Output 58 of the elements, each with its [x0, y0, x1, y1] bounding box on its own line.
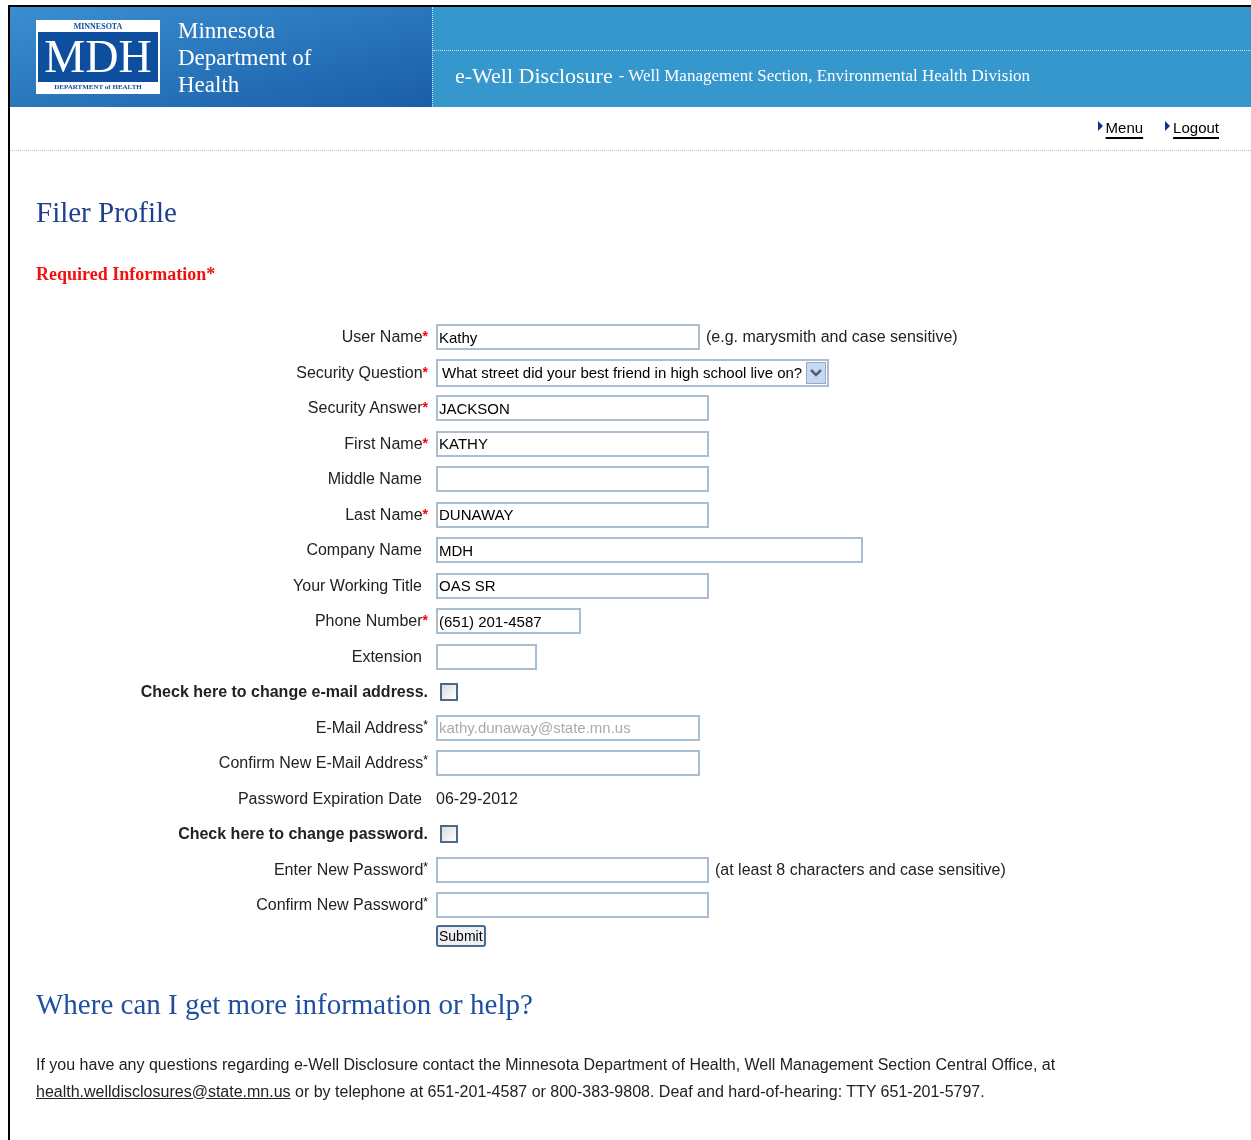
dropdown[interactable]: What street did your best friend in high school live on? — [436, 358, 830, 387]
field-label: Last Name — [345, 504, 423, 525]
required-note: Required Information* — [36, 262, 217, 286]
checkbox[interactable] — [440, 683, 458, 702]
app-subtitle: - Well Management Section, Environmental Health Division — [618, 64, 1031, 87]
required-asterisk: * — [422, 504, 428, 524]
hint-text: (at least 8 characters and case sensitive) — [715, 859, 1006, 880]
help-paragraph: If you have any questions regarding e-Well Disclosure contact the Minnesota Department of Health, Well Management Section Central Office, at health.welldisclosures@state.mn.us or by telephone at 651-201-4587 or 800-383-9808. Deaf and hard-of-hearing: TTY 651-201-5797. — [36, 1054, 1057, 1102]
help-heading: Where can I get more information or help? — [36, 987, 534, 1022]
nav-link[interactable]: Menu — [1105, 117, 1144, 140]
input-field[interactable] — [436, 856, 709, 883]
input-field[interactable]: KATHY — [436, 430, 709, 457]
triangle-icon — [1097, 121, 1103, 131]
field-label: Enter New Password — [273, 859, 424, 880]
checkbox-label: Check here to change e-mail address. — [140, 682, 428, 703]
page-title: Filer Profile — [36, 195, 178, 230]
input-field[interactable] — [436, 892, 709, 919]
input-field[interactable] — [436, 466, 709, 493]
field-label: Your Working Title — [293, 575, 422, 596]
field-label: User Name — [341, 327, 423, 348]
triangle-icon — [1165, 121, 1171, 131]
checkbox[interactable] — [440, 825, 458, 844]
checkbox-label: Check here to change password. — [178, 824, 428, 845]
app-title: e-Well Disclosure — [455, 62, 613, 90]
input-field[interactable]: JACKSON — [436, 395, 709, 422]
field-label: Security Answer — [307, 398, 423, 419]
required-asterisk: * — [423, 894, 428, 912]
field-label: Confirm New Password — [256, 895, 424, 916]
input-field[interactable]: OAS SR — [436, 572, 709, 599]
field-label: Confirm New E-Mail Address — [218, 753, 424, 774]
email-link[interactable]: health.welldisclosures@state.mn.us — [36, 1082, 291, 1100]
input-field[interactable] — [436, 643, 537, 670]
input-field[interactable] — [436, 750, 700, 777]
field-label: Password Expiration Date — [237, 788, 422, 809]
required-asterisk: * — [422, 611, 428, 631]
nav-link[interactable]: Logout — [1173, 117, 1219, 140]
field-label: Phone Number — [314, 611, 423, 632]
required-asterisk: * — [422, 398, 428, 418]
required-asterisk: * — [422, 362, 428, 380]
input-field[interactable]: (651) 201-4587 — [436, 608, 581, 635]
submit-button[interactable]: Submit — [436, 925, 486, 947]
input-field[interactable]: MDH — [436, 537, 863, 564]
hint-text: (e.g. marysmith and case sensitive) — [706, 327, 958, 348]
required-asterisk: * — [423, 858, 428, 874]
field-label: Security Question — [296, 362, 423, 383]
input-field[interactable]: Kathy — [436, 324, 700, 351]
required-asterisk: * — [423, 716, 428, 732]
required-asterisk: * — [423, 752, 428, 770]
input-field[interactable]: DUNAWAY — [436, 501, 709, 528]
required-asterisk: * — [422, 433, 428, 453]
field-label: E-Mail Address — [315, 717, 424, 738]
field-label: Company Name — [306, 540, 422, 561]
field-label: Extension — [351, 646, 422, 667]
agency-name: Minnesota Department of Health — [178, 16, 312, 98]
required-asterisk: * — [422, 327, 428, 347]
date-value: 06-29-2012 — [436, 788, 518, 809]
field-label: First Name — [344, 433, 423, 454]
field-label: Middle Name — [327, 469, 422, 490]
